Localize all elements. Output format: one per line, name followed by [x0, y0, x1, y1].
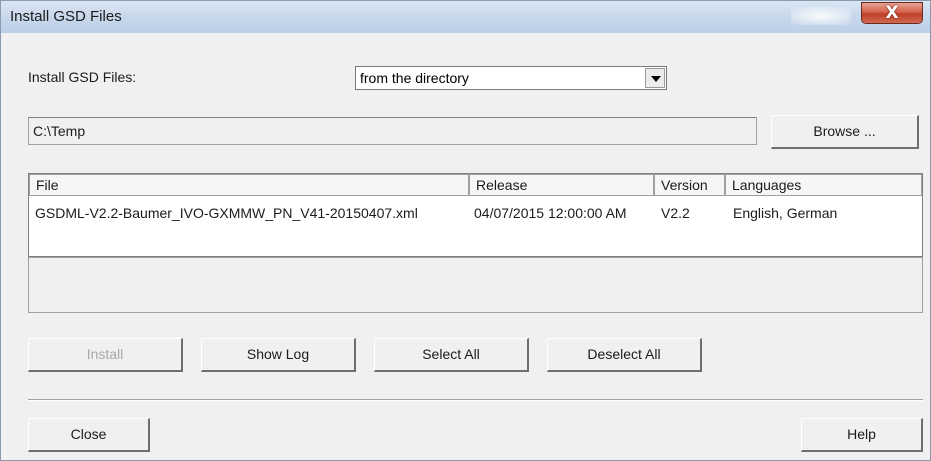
browse-button[interactable]: Browse ...: [771, 115, 919, 149]
directory-path-value: C:\Temp: [33, 123, 86, 139]
help-button[interactable]: Help: [801, 418, 923, 452]
source-dropdown-value: from the directory: [360, 70, 469, 86]
titlebar-glare: [791, 7, 851, 25]
column-header-file[interactable]: File: [29, 174, 469, 196]
source-label: Install GSD Files:: [28, 69, 137, 85]
row-version: V2.2: [661, 205, 690, 221]
column-header-release[interactable]: Release: [469, 174, 654, 196]
window-close-button[interactable]: X: [861, 2, 923, 24]
select-all-button[interactable]: Select All: [374, 338, 529, 372]
close-icon: X: [885, 3, 899, 23]
window-title: Install GSD Files: [10, 8, 122, 25]
title-bar: Install GSD Files X: [1, 1, 930, 33]
details-panel: [28, 257, 923, 313]
show-log-button[interactable]: Show Log: [201, 338, 356, 372]
chevron-down-icon[interactable]: [645, 68, 665, 88]
column-header-version[interactable]: Version: [654, 174, 725, 196]
column-header-languages[interactable]: Languages: [725, 174, 922, 196]
row-release: 04/07/2015 12:00:00 AM: [474, 205, 627, 221]
divider: [28, 399, 923, 401]
row-file: GSDML-V2.2-Baumer_IVO-GXMMW_PN_V41-20150…: [35, 205, 418, 221]
source-dropdown[interactable]: from the directory: [355, 66, 667, 90]
install-button[interactable]: Install: [28, 338, 183, 372]
directory-path-field[interactable]: C:\Temp: [28, 117, 757, 145]
install-gsd-dialog: Install GSD Files X Install GSD Files: f…: [0, 0, 931, 461]
deselect-all-button[interactable]: Deselect All: [547, 338, 702, 372]
close-button[interactable]: Close: [28, 418, 150, 452]
gsd-file-list[interactable]: File Release Version Languages GSDML-V2.…: [28, 173, 923, 257]
row-languages: English, German: [733, 205, 838, 221]
